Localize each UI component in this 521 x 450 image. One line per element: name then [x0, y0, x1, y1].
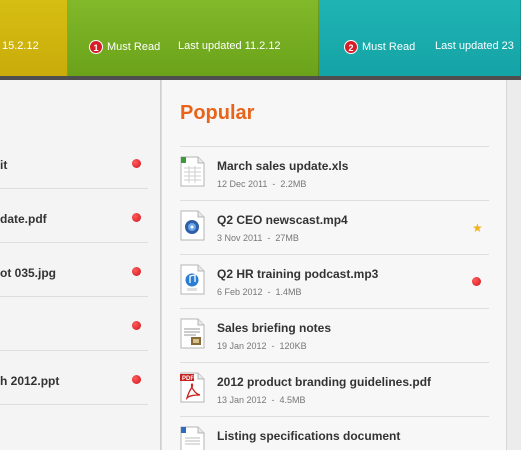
list-item[interactable]: PDF 2012 product branding guidelines.pdf…: [180, 363, 489, 417]
file-date: 12 Dec 2011: [217, 179, 268, 189]
file-meta: 3 Nov 2011-27MB: [217, 233, 299, 243]
file-meta: 6 Feb 2012-1.4MB: [217, 287, 302, 297]
tile-green[interactable]: 1 Must Read Last updated 11.2.12: [68, 0, 319, 76]
tile-yellow[interactable]: 15.2.12: [0, 0, 68, 76]
list-item[interactable]: Sales briefing notes 19 Jan 2012-120KB: [180, 309, 489, 363]
unread-dot-icon: [132, 213, 141, 222]
list-item[interactable]: h 2012.ppt: [0, 374, 161, 428]
file-size: 1.4MB: [275, 287, 302, 297]
favorite-star-icon[interactable]: ★: [472, 222, 483, 234]
must-read-count-badge: 2: [344, 40, 358, 54]
file-date: 13 Jan 2012: [217, 395, 267, 405]
list-item[interactable]: date.pdf: [0, 212, 161, 266]
file-name: ot 035.jpg: [0, 266, 57, 280]
file-name: date.pdf: [0, 212, 47, 226]
divider: [0, 350, 148, 351]
unread-dot-icon: [132, 321, 141, 330]
file-name: it: [0, 158, 8, 172]
divider: [0, 242, 148, 243]
file-size: 120KB: [279, 341, 307, 351]
list-item[interactable]: [0, 320, 161, 374]
unread-dot-icon: [472, 277, 481, 286]
unread-dot-icon: [132, 159, 141, 168]
last-updated-label: Last updated 23: [435, 40, 514, 52]
file-size: 27MB: [275, 233, 299, 243]
divider: [0, 404, 148, 405]
file-date: 3 Nov 2011: [217, 233, 263, 243]
must-read-label: Must Read: [107, 40, 161, 53]
tile-teal[interactable]: 2 Must Read Last updated 23: [319, 0, 521, 76]
file-title: Listing specifications document: [217, 429, 401, 443]
section-title: Popular: [180, 102, 255, 124]
file-title: 2012 product branding guidelines.pdf: [217, 375, 432, 389]
file-name: h 2012.ppt: [0, 374, 60, 388]
divider: [0, 296, 148, 297]
popular-panel: Popular March sales update.xls 12 Dec 20…: [162, 80, 506, 450]
file-title: March sales update.xls: [217, 159, 349, 173]
spreadsheet-icon: [180, 156, 205, 187]
must-read-count-badge: 1: [89, 40, 103, 54]
top-tiles: 15.2.12 1 Must Read Last updated 11.2.12 …: [0, 0, 521, 80]
document-icon: [180, 426, 205, 450]
list-item[interactable]: it: [0, 158, 161, 212]
file-title: Q2 HR training podcast.mp3: [217, 267, 379, 281]
list-item[interactable]: Listing specifications document: [180, 417, 489, 450]
list-item[interactable]: Q2 CEO newscast.mp4 3 Nov 2011-27MB ★: [180, 201, 489, 255]
must-read-label: Must Read: [362, 40, 416, 53]
unread-dot-icon: [132, 375, 141, 384]
file-size: 2.2MB: [280, 179, 307, 189]
main-content: it date.pdf ot 035.jpg h 2012.ppt Popula…: [0, 80, 521, 450]
file-date: 19 Jan 2012: [217, 341, 267, 351]
list-item[interactable]: ot 035.jpg: [0, 266, 161, 320]
file-meta: 12 Dec 2011-2.2MB: [217, 179, 307, 189]
audio-file-icon: [180, 264, 205, 295]
left-panel: it date.pdf ot 035.jpg h 2012.ppt: [0, 80, 161, 450]
last-updated-label: Last updated 11.2.12: [178, 40, 281, 52]
list-item[interactable]: Q2 HR training podcast.mp3 6 Feb 2012-1.…: [180, 255, 489, 309]
video-file-icon: [180, 210, 205, 241]
must-read-group: 2 Must Read: [344, 40, 415, 54]
svg-text:PDF: PDF: [182, 376, 194, 382]
file-date: 6 Feb 2012: [217, 287, 263, 297]
divider: [0, 188, 148, 189]
file-meta: 13 Jan 2012-4.5MB: [217, 395, 306, 405]
tile-yellow-date: 15.2.12: [2, 40, 39, 52]
file-title: Sales briefing notes: [217, 321, 332, 335]
file-meta: 19 Jan 2012-120KB: [217, 341, 307, 351]
must-read-group: 1 Must Read: [89, 40, 160, 54]
unread-dot-icon: [132, 267, 141, 276]
list-item[interactable]: March sales update.xls 12 Dec 2011-2.2MB: [180, 147, 489, 201]
notes-file-icon: [180, 318, 205, 349]
file-title: Q2 CEO newscast.mp4: [217, 213, 348, 227]
right-panel: [506, 80, 521, 450]
file-size: 4.5MB: [279, 395, 306, 405]
pdf-file-icon: PDF: [180, 372, 205, 403]
